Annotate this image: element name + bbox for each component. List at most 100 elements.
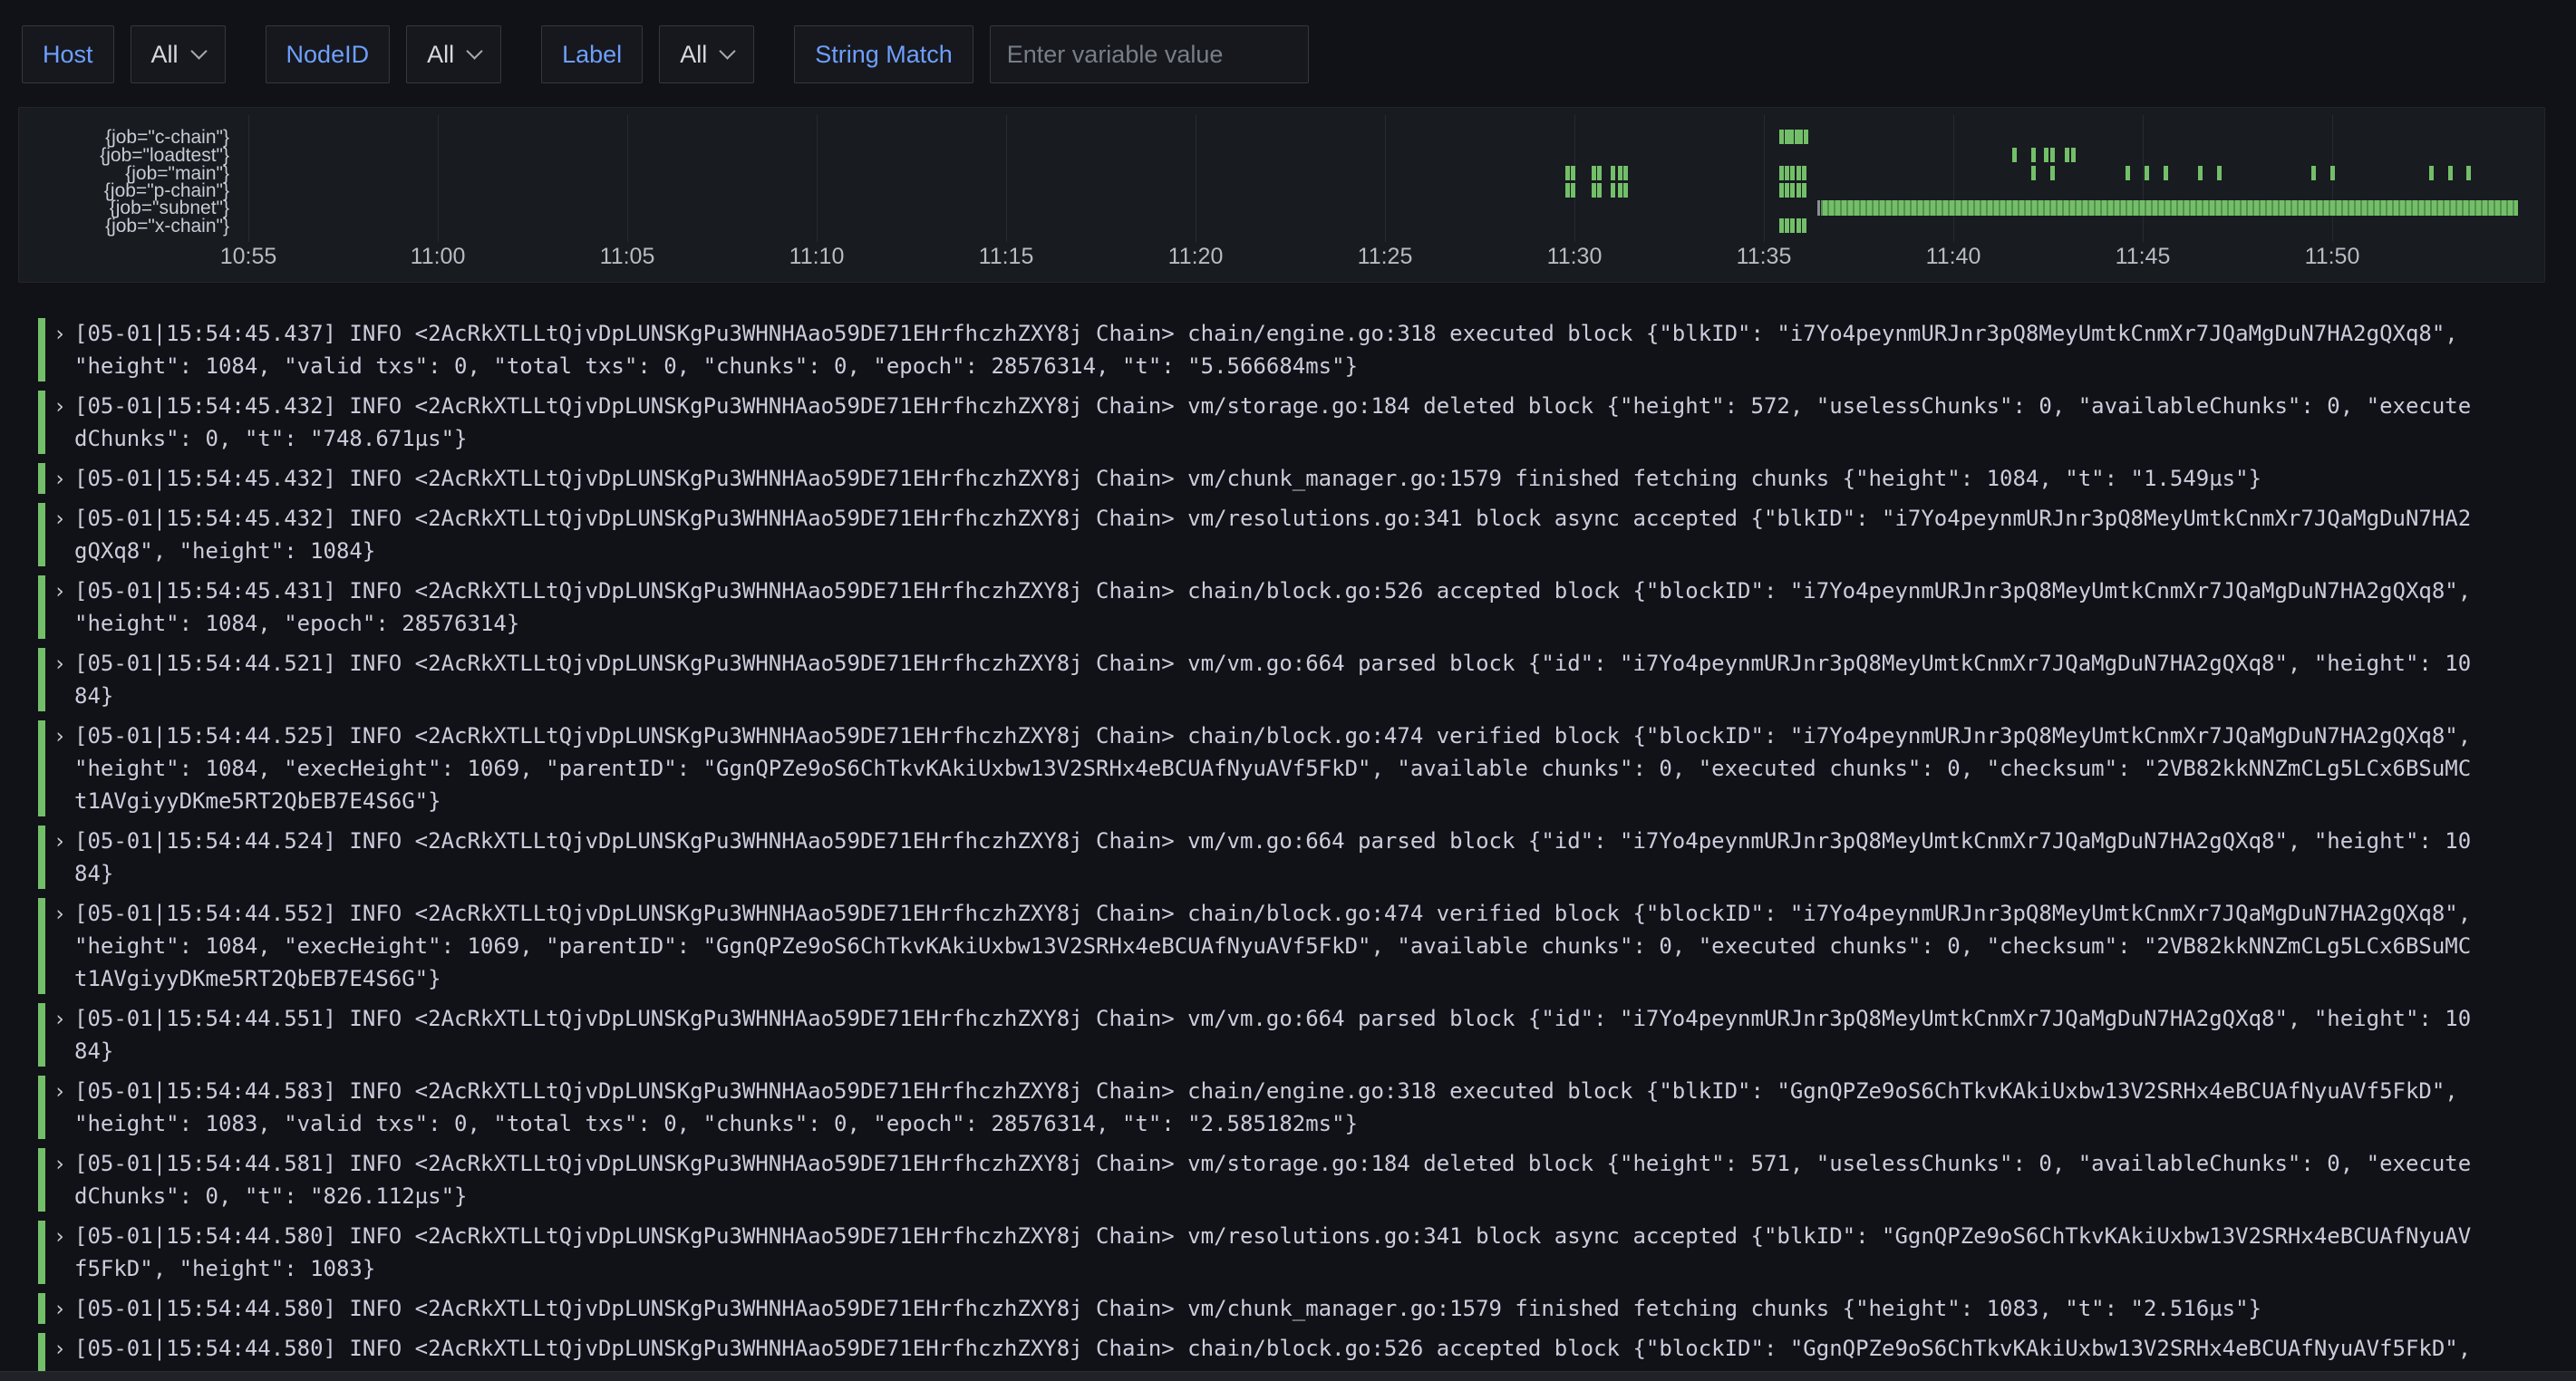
log-row[interactable]: ›[05-01|15:54:45.432] INFO <2AcRkXTLLtQj… bbox=[38, 390, 2522, 455]
log-volume-tick bbox=[1790, 166, 1795, 180]
horizontal-scrollbar[interactable] bbox=[0, 1371, 2576, 1381]
chevron-right-icon[interactable]: › bbox=[53, 575, 66, 608]
log-volume-tick bbox=[1618, 183, 1622, 198]
log-volume-tick bbox=[1785, 166, 1789, 180]
log-line-text: [05-01|15:54:44.525] INFO <2AcRkXTLLtQjv… bbox=[74, 719, 2482, 817]
log-row[interactable]: ›[05-01|15:54:44.581] INFO <2AcRkXTLLtQj… bbox=[38, 1147, 2522, 1212]
log-level-bar bbox=[38, 898, 45, 994]
log-volume-tick bbox=[2164, 166, 2168, 180]
series-label: {job="loadtest"} bbox=[19, 146, 229, 165]
log-volume-tick bbox=[1789, 130, 1794, 144]
variable-picker-label[interactable]: All bbox=[659, 25, 754, 83]
x-gridline bbox=[1006, 115, 1007, 242]
log-volume-tick bbox=[2044, 148, 2048, 162]
log-row[interactable]: ›[05-01|15:54:45.432] INFO <2AcRkXTLLtQj… bbox=[38, 502, 2522, 567]
variable-label-nodeid: NodeID bbox=[266, 25, 391, 83]
log-volume-tick bbox=[1592, 183, 1596, 198]
log-volume-tick bbox=[1796, 166, 1801, 180]
x-axis-tick-label: 11:05 bbox=[600, 244, 655, 270]
log-volume-tick bbox=[1802, 183, 1806, 198]
variable-picker-nodeid-value: All bbox=[427, 41, 454, 69]
log-line-text: [05-01|15:54:44.581] INFO <2AcRkXTLLtQjv… bbox=[74, 1147, 2482, 1212]
variable-picker-host[interactable]: All bbox=[131, 25, 226, 83]
log-line-text: [05-01|15:54:44.521] INFO <2AcRkXTLLtQjv… bbox=[74, 647, 2482, 712]
log-volume-tick bbox=[1611, 183, 1615, 198]
log-volume-tick bbox=[2145, 166, 2149, 180]
chevron-right-icon[interactable]: › bbox=[53, 318, 66, 351]
log-volume-tick bbox=[2311, 166, 2316, 180]
log-row[interactable]: ›[05-01|15:54:44.583] INFO <2AcRkXTLLtQj… bbox=[38, 1075, 2522, 1140]
log-row[interactable]: ›[05-01|15:54:44.521] INFO <2AcRkXTLLtQj… bbox=[38, 647, 2522, 712]
x-axis-tick-label: 11:25 bbox=[1358, 244, 1413, 270]
string-match-label: String Match bbox=[794, 25, 973, 83]
log-volume-tick bbox=[1571, 183, 1575, 198]
chevron-right-icon[interactable]: › bbox=[53, 1333, 66, 1366]
log-line-text: [05-01|15:54:45.437] INFO <2AcRkXTLLtQjv… bbox=[74, 317, 2482, 382]
chevron-right-icon[interactable]: › bbox=[53, 1076, 66, 1108]
log-row[interactable]: ›[05-01|15:54:44.524] INFO <2AcRkXTLLtQj… bbox=[38, 825, 2522, 890]
log-line-text: [05-01|15:54:44.583] INFO <2AcRkXTLLtQjv… bbox=[74, 1075, 2482, 1140]
log-volume-tick bbox=[1790, 218, 1795, 233]
x-axis-tick-label: 11:40 bbox=[1926, 244, 1981, 270]
log-level-bar bbox=[38, 391, 45, 454]
log-volume-tick bbox=[1798, 130, 1803, 144]
x-gridline bbox=[1764, 115, 1765, 242]
chevron-right-icon[interactable]: › bbox=[53, 898, 66, 931]
chevron-right-icon[interactable]: › bbox=[53, 1148, 66, 1181]
log-line-text: [05-01|15:54:45.431] INFO <2AcRkXTLLtQjv… bbox=[74, 575, 2482, 640]
log-volume-tick bbox=[1779, 166, 1784, 180]
series-label: {job="subnet"} bbox=[19, 198, 229, 217]
chevron-right-icon[interactable]: › bbox=[53, 826, 66, 858]
string-match-input[interactable] bbox=[990, 25, 1309, 83]
log-volume-tick bbox=[2198, 166, 2203, 180]
log-row[interactable]: ›[05-01|15:54:44.552] INFO <2AcRkXTLLtQj… bbox=[38, 897, 2522, 995]
variable-picker-nodeid[interactable]: All bbox=[406, 25, 501, 83]
log-row[interactable]: ›[05-01|15:54:45.437] INFO <2AcRkXTLLtQj… bbox=[38, 317, 2522, 382]
log-volume-tick bbox=[1565, 183, 1570, 198]
x-gridline bbox=[438, 115, 439, 242]
log-volume-tick bbox=[1623, 166, 1628, 180]
log-line-text: [05-01|15:54:44.552] INFO <2AcRkXTLLtQjv… bbox=[74, 897, 2482, 995]
log-volume-tick bbox=[1779, 130, 1784, 144]
x-gridline bbox=[2143, 115, 2144, 242]
log-volume-tick bbox=[1802, 218, 1806, 233]
chevron-right-icon[interactable]: › bbox=[53, 503, 66, 536]
chevron-right-icon[interactable]: › bbox=[53, 1293, 66, 1326]
log-volume-tick bbox=[1597, 166, 1602, 180]
log-volume-tick bbox=[2071, 148, 2076, 162]
chevron-right-icon[interactable]: › bbox=[53, 1003, 66, 1036]
log-volume-tick bbox=[1779, 183, 1784, 198]
log-volume-tick bbox=[2466, 166, 2471, 180]
log-row[interactable]: ›[05-01|15:54:44.580] INFO <2AcRkXTLLtQj… bbox=[38, 1220, 2522, 1285]
x-axis-tick-label: 11:10 bbox=[789, 244, 845, 270]
log-row[interactable]: ›[05-01|15:54:45.431] INFO <2AcRkXTLLtQj… bbox=[38, 575, 2522, 640]
log-volume-tick bbox=[2217, 166, 2222, 180]
log-level-bar bbox=[38, 1003, 45, 1067]
chevron-right-icon[interactable]: › bbox=[53, 1221, 66, 1253]
log-row[interactable]: ›[05-01|15:54:45.432] INFO <2AcRkXTLLtQj… bbox=[38, 462, 2522, 495]
log-volume-tick bbox=[1592, 166, 1596, 180]
log-level-bar bbox=[38, 1076, 45, 1139]
chevron-right-icon[interactable]: › bbox=[53, 463, 66, 496]
chevron-right-icon[interactable]: › bbox=[53, 720, 66, 753]
log-volume-tick bbox=[1623, 183, 1628, 198]
log-line-text: [05-01|15:54:44.580] INFO <2AcRkXTLLtQjv… bbox=[74, 1220, 2482, 1285]
x-axis-tick-label: 11:30 bbox=[1547, 244, 1603, 270]
x-axis-tick-label: 11:50 bbox=[2305, 244, 2360, 270]
log-row[interactable]: ›[05-01|15:54:44.525] INFO <2AcRkXTLLtQj… bbox=[38, 719, 2522, 817]
log-volume-tick bbox=[1571, 166, 1575, 180]
log-volume-tick bbox=[1779, 218, 1784, 233]
chevron-right-icon[interactable]: › bbox=[53, 391, 66, 423]
log-row[interactable]: ›[05-01|15:54:44.580] INFO <2AcRkXTLLtQj… bbox=[38, 1292, 2522, 1325]
x-axis-tick-label: 11:45 bbox=[2116, 244, 2171, 270]
chevron-down-icon bbox=[466, 43, 482, 59]
chevron-right-icon[interactable]: › bbox=[53, 648, 66, 681]
log-line-text: [05-01|15:54:45.432] INFO <2AcRkXTLLtQjv… bbox=[74, 462, 2482, 495]
log-level-bar bbox=[38, 826, 45, 889]
log-volume-tick bbox=[2065, 148, 2069, 162]
log-row[interactable]: ›[05-01|15:54:44.551] INFO <2AcRkXTLLtQj… bbox=[38, 1002, 2522, 1067]
x-axis-tick-label: 11:15 bbox=[979, 244, 1034, 270]
log-level-bar bbox=[38, 318, 45, 381]
log-level-bar bbox=[38, 575, 45, 639]
log-volume-tick bbox=[1785, 183, 1789, 198]
